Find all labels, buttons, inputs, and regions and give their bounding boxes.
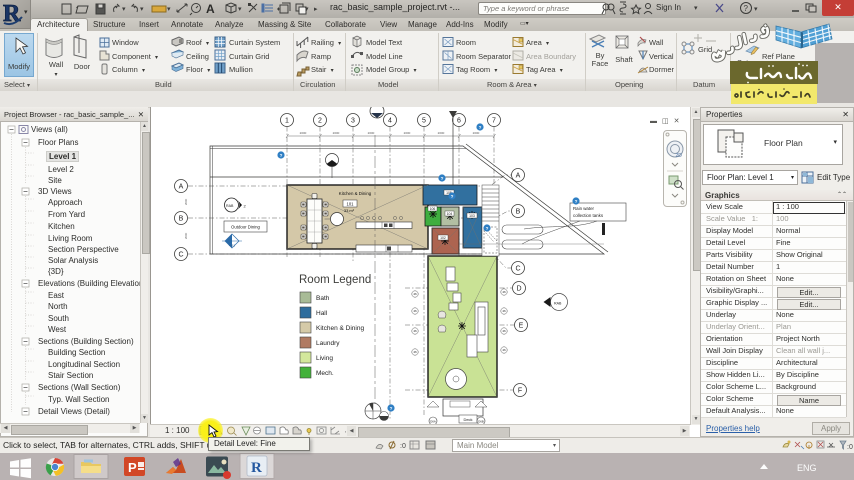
svg-text:Outdoor Dining: Outdoor Dining bbox=[231, 225, 261, 230]
svg-text:46: 46 bbox=[413, 329, 417, 333]
svg-text:Rain water: Rain water bbox=[573, 206, 595, 211]
svg-text:D6A: D6A bbox=[430, 419, 436, 423]
svg-text:102: 102 bbox=[440, 236, 446, 240]
svg-text:101: 101 bbox=[347, 201, 355, 206]
svg-text:4: 4 bbox=[388, 118, 392, 125]
svg-text:46: 46 bbox=[502, 309, 506, 313]
svg-text:collection tanks: collection tanks bbox=[573, 213, 604, 218]
svg-text:2: 2 bbox=[318, 118, 322, 125]
svg-text:RAB: RAB bbox=[226, 204, 234, 208]
svg-text:?: ? bbox=[280, 153, 283, 158]
svg-text:C: C bbox=[178, 252, 183, 259]
svg-text:104: 104 bbox=[447, 212, 453, 216]
svg-text:A: A bbox=[516, 173, 521, 180]
svg-text:46: 46 bbox=[502, 290, 506, 294]
svg-text:Deck: Deck bbox=[463, 417, 472, 422]
svg-text:?: ? bbox=[390, 406, 393, 411]
svg-text:5: 5 bbox=[422, 118, 426, 125]
svg-text:?: ? bbox=[486, 226, 489, 231]
svg-text:ENG: ENG bbox=[797, 463, 817, 473]
svg-text:B: B bbox=[179, 216, 184, 223]
svg-text:2: 2 bbox=[244, 204, 247, 209]
svg-text:33 m²: 33 m² bbox=[344, 208, 355, 213]
svg-text:A: A bbox=[206, 2, 215, 16]
svg-text:?: ? bbox=[441, 176, 444, 181]
svg-text:Kitchen & Dining: Kitchen & Dining bbox=[316, 325, 364, 332]
svg-text:?: ? bbox=[451, 194, 454, 199]
svg-text:P: P bbox=[128, 460, 137, 475]
svg-text:2000: 2000 bbox=[184, 232, 188, 239]
svg-text:E: E bbox=[519, 323, 524, 330]
svg-text:Kitchen & Dining: Kitchen & Dining bbox=[339, 191, 372, 196]
svg-text:2D: 2D bbox=[676, 153, 683, 159]
svg-text::0: :0 bbox=[400, 443, 406, 450]
svg-text:2000: 2000 bbox=[438, 131, 445, 135]
svg-text:R: R bbox=[251, 460, 262, 476]
svg-text:▾: ▾ bbox=[122, 6, 126, 13]
svg-text:2000: 2000 bbox=[184, 198, 188, 205]
svg-text:106: 106 bbox=[430, 207, 436, 211]
svg-text:Hall: Hall bbox=[316, 310, 328, 317]
svg-text:46: 46 bbox=[502, 329, 506, 333]
svg-text:RAB: RAB bbox=[554, 302, 562, 306]
svg-text::0: :0 bbox=[847, 444, 853, 451]
svg-text:6: 6 bbox=[457, 118, 461, 125]
svg-text:46: 46 bbox=[413, 292, 417, 296]
svg-text:103: 103 bbox=[469, 214, 475, 218]
svg-text:2000: 2000 bbox=[333, 131, 340, 135]
svg-text:D6B: D6B bbox=[478, 419, 484, 423]
svg-text:Room Legend: Room Legend bbox=[299, 274, 371, 286]
svg-text:Mech.: Mech. bbox=[316, 370, 334, 377]
svg-text:▾: ▾ bbox=[167, 6, 171, 13]
svg-text:2000: 2000 bbox=[368, 131, 375, 135]
svg-text:▸: ▸ bbox=[314, 6, 318, 13]
svg-text:4-61: 4-61 bbox=[229, 244, 235, 248]
svg-text:▾: ▾ bbox=[305, 6, 309, 13]
svg-text:46: 46 bbox=[413, 350, 417, 354]
svg-text:2000: 2000 bbox=[473, 131, 480, 135]
svg-text:46: 46 bbox=[502, 348, 506, 352]
svg-text:2000: 2000 bbox=[300, 131, 307, 135]
svg-text:46: 46 bbox=[413, 309, 417, 313]
svg-text:D: D bbox=[516, 286, 521, 293]
svg-text:B: B bbox=[516, 209, 521, 216]
svg-text:▾: ▾ bbox=[238, 6, 242, 13]
svg-text:A: A bbox=[179, 184, 184, 191]
svg-text:2000: 2000 bbox=[404, 131, 411, 135]
svg-text:Living: Living bbox=[316, 355, 333, 362]
svg-text:C: C bbox=[515, 266, 520, 273]
svg-text:1: 1 bbox=[285, 118, 289, 125]
svg-text:F: F bbox=[518, 388, 522, 395]
svg-text:?: ? bbox=[479, 125, 482, 130]
svg-text:7: 7 bbox=[492, 118, 496, 125]
svg-text:Bath: Bath bbox=[316, 295, 330, 302]
svg-text:▾: ▾ bbox=[140, 6, 144, 13]
svg-text:3: 3 bbox=[351, 118, 355, 125]
svg-text:?: ? bbox=[575, 199, 578, 204]
svg-text:Laundry: Laundry bbox=[316, 340, 340, 347]
